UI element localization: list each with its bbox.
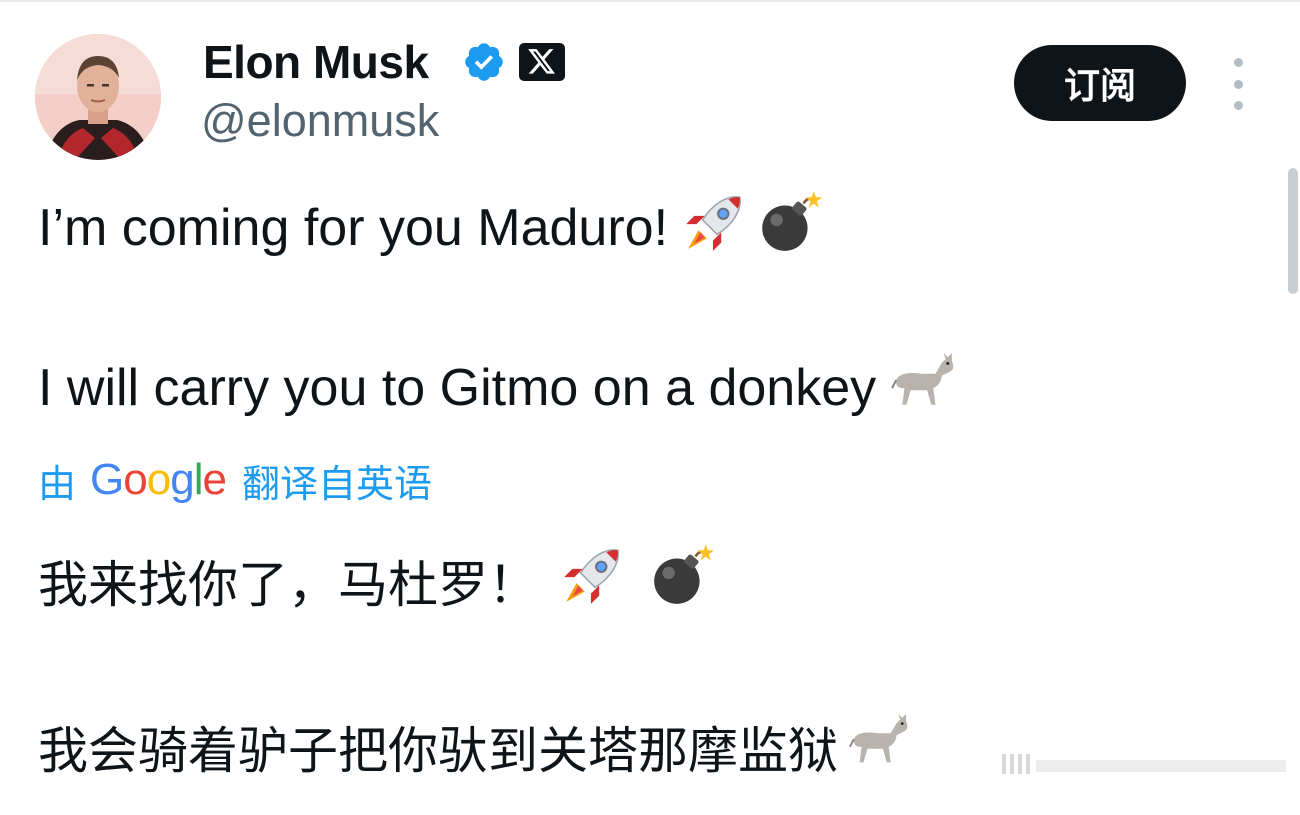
translation-suffix: 翻译自英语 bbox=[241, 461, 432, 506]
translated-text-line-2: 我会骑着驴子把你驮到关塔那摩监狱 bbox=[38, 710, 910, 784]
verified-badge-icon[interactable] bbox=[462, 40, 506, 84]
google-logo: Google bbox=[90, 455, 227, 504]
more-options-button[interactable] bbox=[1222, 58, 1254, 110]
tweet-text-line-2: I will carry you to Gitmo on a donkey bbox=[38, 352, 956, 424]
x-logo-badge-icon bbox=[519, 43, 565, 81]
scrollbar-thumb[interactable] bbox=[1288, 168, 1298, 294]
tweet-text: I’m coming for you Maduro! bbox=[38, 199, 669, 257]
tweet-text-line-1: I’m coming for you Maduro! bbox=[38, 190, 823, 264]
rocket-icon bbox=[560, 542, 626, 620]
watermark-graphic bbox=[1002, 754, 1286, 774]
top-divider bbox=[0, 0, 1300, 2]
translated-text-line-1: 我来找你了，马杜罗！ bbox=[38, 544, 714, 618]
rocket-icon bbox=[682, 189, 748, 268]
donkey-icon bbox=[848, 710, 910, 784]
translated-text: 我会骑着驴子把你驮到关塔那摩监狱 bbox=[38, 722, 838, 780]
author-handle[interactable]: @elonmusk bbox=[201, 94, 439, 148]
bomb-icon bbox=[756, 189, 823, 268]
subscribe-button[interactable]: 订阅 bbox=[1014, 45, 1186, 121]
translation-prefix: 由 bbox=[38, 461, 77, 506]
author-avatar[interactable] bbox=[35, 34, 161, 160]
translation-notice-link[interactable]: 由 Google 翻译自英语 bbox=[38, 452, 432, 508]
donkey-icon bbox=[890, 349, 956, 428]
more-vertical-icon bbox=[1233, 58, 1243, 67]
translated-text: 我来找你了，马杜罗！ bbox=[38, 556, 538, 614]
author-display-name[interactable]: Elon Musk bbox=[203, 32, 429, 92]
profile-photo-icon bbox=[35, 34, 161, 160]
tweet-text: I will carry you to Gitmo on a donkey bbox=[38, 359, 877, 417]
bomb-icon bbox=[648, 542, 714, 620]
